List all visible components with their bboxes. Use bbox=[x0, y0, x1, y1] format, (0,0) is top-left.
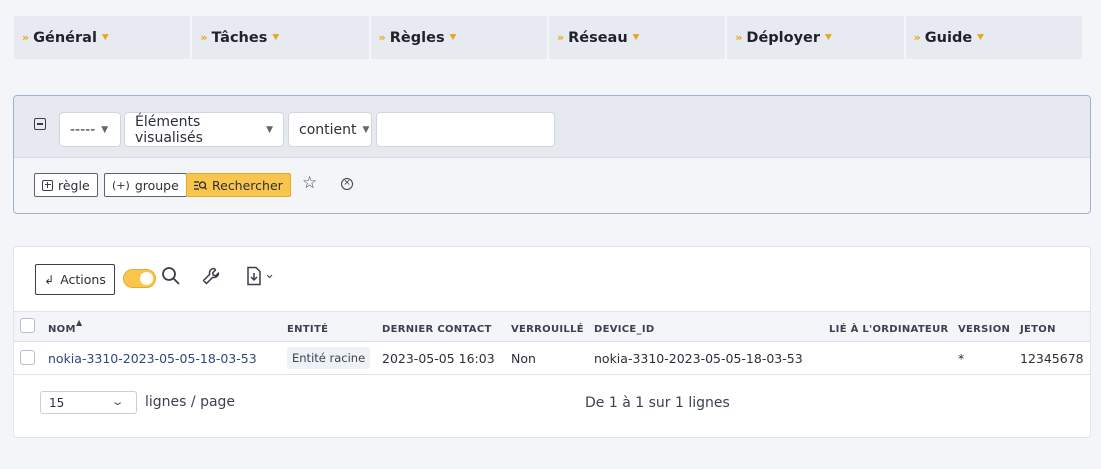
results-table: NOM ▲ ENTITÉ DERNIER CONTACT VERROUILLÉ … bbox=[14, 311, 1090, 375]
menu-item-reseau[interactable]: » Réseau ⯆ bbox=[548, 16, 726, 59]
row-version: * bbox=[958, 351, 965, 366]
close-circle-icon[interactable]: × bbox=[341, 178, 353, 190]
rows-per-page-label: lignes / page bbox=[145, 394, 236, 410]
double-chevron-icon: » bbox=[22, 31, 30, 44]
caret-down-icon: ▼ bbox=[266, 124, 273, 135]
menu-item-regles[interactable]: » Règles ⯆ bbox=[370, 16, 547, 59]
double-chevron-icon: » bbox=[913, 31, 921, 44]
results-card: ↲ Actions NOM ▲ ENTITÉ DERNIER CONTACT V… bbox=[13, 246, 1091, 438]
search-value-input[interactable] bbox=[376, 112, 555, 147]
caret-down-icon: ▼ bbox=[101, 124, 109, 135]
pagination-info: De 1 à 1 sur 1 lignes bbox=[585, 395, 730, 411]
chevron-down-icon: ⌄ bbox=[110, 395, 125, 408]
menu-item-deployer[interactable]: » Déployer ⯆ bbox=[727, 16, 904, 59]
row-name-link[interactable]: nokia-3310-2023-05-05-18-03-53 bbox=[48, 351, 257, 366]
menu-item-label: Réseau bbox=[568, 29, 628, 46]
field-select[interactable]: ----- ▼ bbox=[59, 112, 121, 147]
row-locked: Non bbox=[511, 351, 536, 366]
search-panel: ----- ▼ Éléments visualisés ▼ contient ▼… bbox=[13, 95, 1091, 214]
filter-search-icon bbox=[194, 180, 207, 190]
actions-button[interactable]: ↲ Actions bbox=[35, 264, 115, 295]
operator-select[interactable]: contient ▼ bbox=[288, 112, 372, 147]
menu-item-general[interactable]: » Général ⯆ bbox=[14, 16, 191, 59]
wrench-icon[interactable] bbox=[201, 266, 221, 286]
double-chevron-down-icon: ⯆ bbox=[448, 31, 458, 44]
sort-asc-icon: ▲ bbox=[76, 318, 83, 327]
search-toggle[interactable] bbox=[123, 269, 156, 288]
entity-badge: Entité racine bbox=[287, 347, 371, 369]
column-header-device-id[interactable]: DEVICE_ID bbox=[594, 324, 654, 335]
table-header: NOM ▲ ENTITÉ DERNIER CONTACT VERROUILLÉ … bbox=[14, 311, 1090, 342]
menu-item-label: Guide bbox=[924, 29, 973, 46]
double-chevron-down-icon: ⯆ bbox=[100, 31, 110, 44]
column-header-verrouille[interactable]: VERROUILLÉ bbox=[511, 324, 584, 335]
table-row: nokia-3310-2023-05-05-18-03-53 Entité ra… bbox=[14, 342, 1090, 375]
arrow-turn-icon: ↲ bbox=[44, 272, 55, 287]
add-group-button[interactable]: (+) groupe bbox=[104, 173, 187, 197]
column-header-lie-ordinateur[interactable]: LIÉ À L'ORDINATEUR bbox=[829, 324, 949, 335]
plus-square-icon bbox=[42, 179, 53, 191]
column-header-jeton[interactable]: JETON bbox=[1020, 324, 1056, 335]
menu-item-guide[interactable]: » Guide ⯆ bbox=[905, 16, 1082, 59]
row-token: 12345678 bbox=[1020, 351, 1084, 366]
column-header-nom[interactable]: NOM ▲ bbox=[48, 318, 82, 335]
double-chevron-down-icon: ⯆ bbox=[824, 31, 833, 44]
menu-item-label: Général bbox=[33, 29, 97, 46]
menu-item-label: Règles bbox=[389, 29, 445, 46]
export-file-icon[interactable] bbox=[245, 266, 277, 286]
column-header-version[interactable]: VERSION bbox=[958, 324, 1010, 335]
column-select[interactable]: Éléments visualisés ▼ bbox=[124, 112, 284, 147]
column-header-entite[interactable]: ENTITÉ bbox=[287, 324, 328, 335]
double-chevron-icon: » bbox=[556, 31, 565, 44]
menu-item-label: Tâches bbox=[211, 29, 268, 46]
select-all-checkbox[interactable] bbox=[20, 318, 35, 333]
double-chevron-icon: » bbox=[735, 31, 743, 44]
braces-plus-icon: (+) bbox=[112, 178, 130, 192]
column-header-dernier-contact[interactable]: DERNIER CONTACT bbox=[382, 324, 492, 335]
menu-item-taches[interactable]: » Tâches ⯆ bbox=[192, 16, 369, 59]
rows-per-page-select[interactable]: 15 ⌄ bbox=[40, 391, 137, 414]
double-chevron-down-icon: ⯆ bbox=[631, 31, 641, 44]
star-icon[interactable]: ☆ bbox=[302, 175, 317, 192]
search-icon[interactable] bbox=[161, 266, 181, 286]
search-criteria-row: ----- ▼ Éléments visualisés ▼ contient ▼ bbox=[14, 96, 1090, 158]
row-device-id: nokia-3310-2023-05-05-18-03-53 bbox=[594, 351, 803, 366]
add-rule-button[interactable]: règle bbox=[34, 173, 98, 197]
double-chevron-down-icon: ⯆ bbox=[271, 31, 281, 44]
double-chevron-icon: » bbox=[200, 31, 208, 44]
double-chevron-down-icon: ⯆ bbox=[976, 31, 985, 44]
menu-item-label: Déployer bbox=[746, 29, 821, 46]
collapse-icon[interactable] bbox=[34, 118, 46, 130]
row-last-contact: 2023-05-05 16:03 bbox=[382, 351, 495, 366]
row-checkbox[interactable] bbox=[20, 350, 35, 365]
main-menu: » Général ⯆ » Tâches ⯆ » Règles ⯆ » Rése… bbox=[14, 16, 1082, 59]
caret-down-icon: ▼ bbox=[362, 124, 370, 135]
search-button[interactable]: Rechercher bbox=[186, 173, 291, 197]
double-chevron-icon: » bbox=[378, 31, 386, 44]
